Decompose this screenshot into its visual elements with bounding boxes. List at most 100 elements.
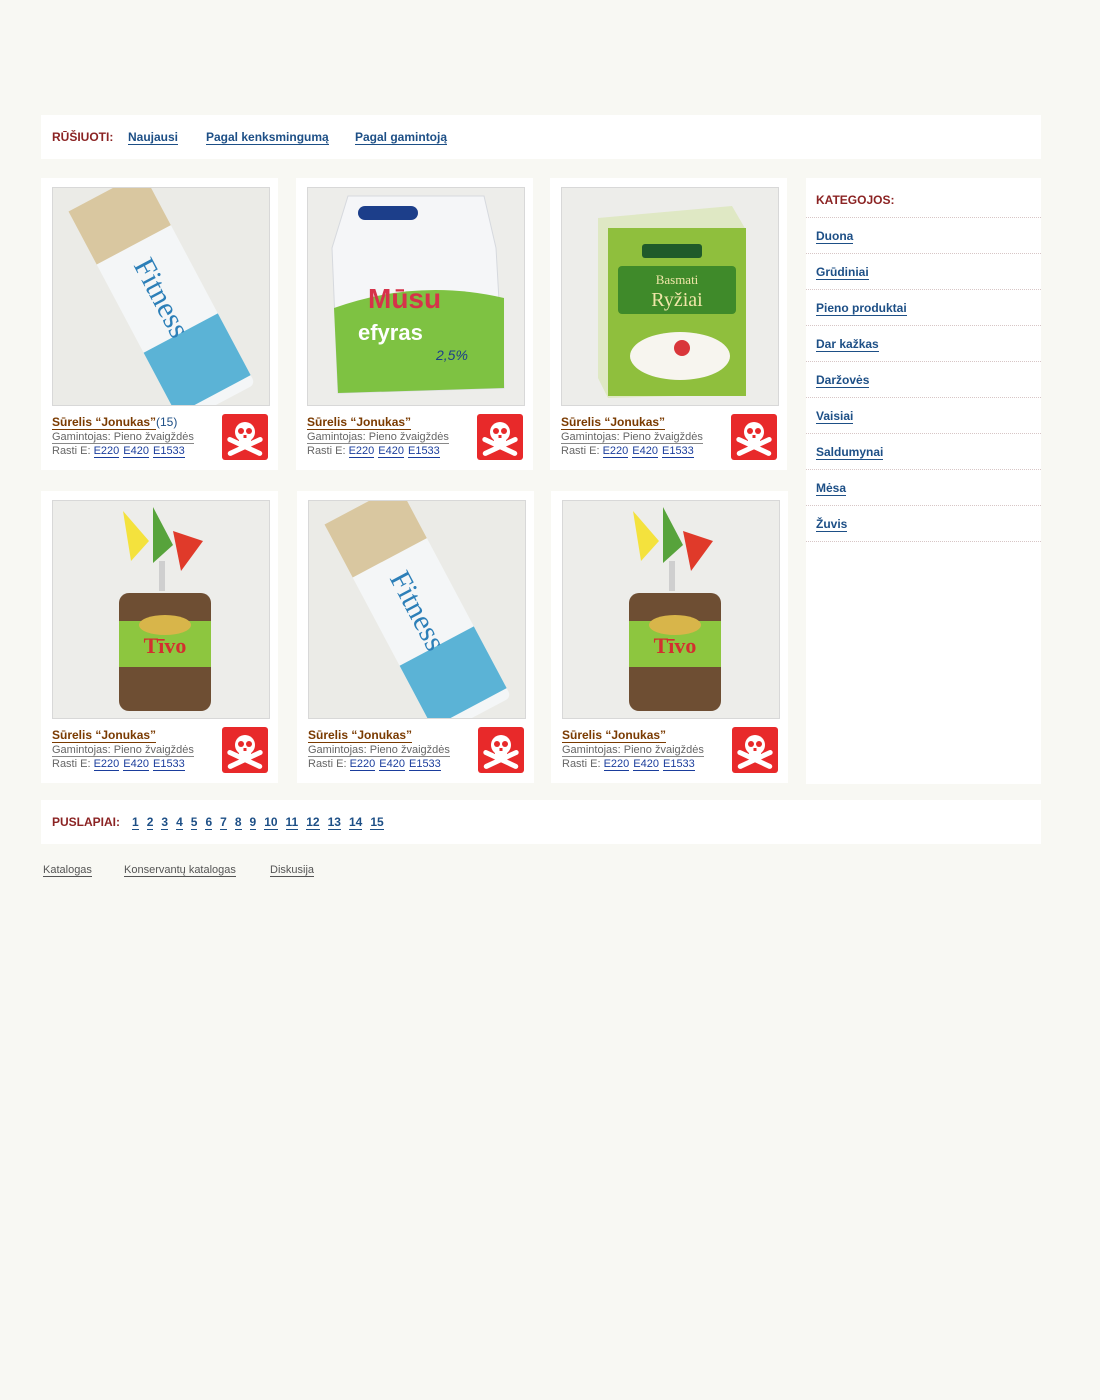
e-code-link[interactable]: E1533 xyxy=(661,445,694,458)
product-manufacturer: Gamintojas: Pieno žvaigždės xyxy=(307,431,449,444)
product-name-link[interactable]: Sūrelis “Jonukas” xyxy=(561,416,666,430)
page-link[interactable]: 3 xyxy=(161,815,169,830)
category-link[interactable]: Mėsa xyxy=(816,481,847,496)
e-code-link[interactable]: E420 xyxy=(378,445,404,458)
page-link[interactable]: 11 xyxy=(285,815,299,830)
e-code-link[interactable]: E420 xyxy=(632,445,658,458)
pagination-label: PUSLAPIAI: xyxy=(52,815,121,829)
pagination-bar: PUSLAPIAI: 1 2 3 4 5 6 7 8 9 10 11 12 13 14 15 xyxy=(41,800,1041,844)
manufacturer-label: Gamintojas: xyxy=(52,431,111,443)
e-code-link[interactable]: E1533 xyxy=(408,758,441,771)
e-code-link[interactable]: E1533 xyxy=(152,445,185,458)
page-link[interactable]: 13 xyxy=(327,815,341,830)
page-link[interactable]: 6 xyxy=(205,815,213,830)
category-divider xyxy=(806,253,1041,254)
page-link[interactable]: 8 xyxy=(234,815,242,830)
category-link[interactable]: Saldumynai xyxy=(816,445,884,460)
page-link[interactable]: 2 xyxy=(146,815,154,830)
e-code-link[interactable]: E1533 xyxy=(407,445,440,458)
page-link[interactable]: 7 xyxy=(220,815,227,830)
category-divider xyxy=(806,289,1041,290)
e-code-link[interactable]: E220 xyxy=(93,445,120,458)
skull-icon[interactable] xyxy=(222,727,268,773)
sort-bar: RŪŠIUOTI: Naujausi Pagal kenksmingumą Pa… xyxy=(41,115,1041,159)
svg-text:Tīvo: Tīvo xyxy=(654,633,697,658)
product-name-link[interactable]: Sūrelis “Jonukas” xyxy=(307,416,412,430)
sort-label: RŪŠIUOTI: xyxy=(52,130,114,144)
page-link[interactable]: 1 xyxy=(132,815,139,830)
svg-text:2,5%: 2,5% xyxy=(435,347,468,363)
page-link[interactable]: 10 xyxy=(264,815,278,830)
product-image[interactable]: Mūsu efyras 2,5% xyxy=(307,187,525,406)
product-card: Tīvo Sūrelis “Jonukas” Gamintojas: Pieno… xyxy=(41,491,278,783)
e-code-link[interactable]: E420 xyxy=(379,758,405,771)
skull-icon[interactable] xyxy=(477,414,523,460)
manufacturer-value: Pieno žvaigždės xyxy=(369,744,450,756)
product-name-link[interactable]: Sūrelis “Jonukas” xyxy=(308,729,413,743)
product-image[interactable]: Basmati Ryžiai xyxy=(561,187,779,406)
category-divider xyxy=(806,505,1041,506)
e-codes-label: Rasti E: xyxy=(52,445,91,457)
svg-text:Basmati: Basmati xyxy=(656,272,699,287)
page-link[interactable]: 12 xyxy=(306,815,320,830)
e-code-link[interactable]: E220 xyxy=(93,758,120,771)
product-image[interactable]: Tīvo xyxy=(562,500,780,719)
skull-icon[interactable] xyxy=(732,727,778,773)
footer-preservatives-catalog-link[interactable]: Konservantų katalogas xyxy=(124,864,236,877)
product-name-link[interactable]: Sūrelis “Jonukas” xyxy=(52,729,157,743)
category-link[interactable]: Žuvis xyxy=(816,517,848,532)
category-link[interactable]: Grūdiniai xyxy=(816,265,869,280)
e-codes-label: Rasti E: xyxy=(562,758,601,770)
category-divider xyxy=(806,397,1041,398)
e-codes-label: Rasti E: xyxy=(308,758,347,770)
skull-icon[interactable] xyxy=(222,414,268,460)
e-code-link[interactable]: E420 xyxy=(123,758,149,771)
product-manufacturer: Gamintojas: Pieno žvaigždės xyxy=(52,431,194,444)
e-code-link[interactable]: E420 xyxy=(633,758,659,771)
manufacturer-label: Gamintojas: xyxy=(52,744,111,756)
sort-newest-link[interactable]: Naujausi xyxy=(128,130,179,145)
svg-text:Ryžiai: Ryžiai xyxy=(651,289,703,311)
e-code-link[interactable]: E220 xyxy=(602,445,629,458)
e-code-link[interactable]: E1533 xyxy=(662,758,695,771)
sort-harmfulness-link[interactable]: Pagal kenksmingumą xyxy=(206,130,329,145)
e-codes-row: Rasti E: E220 E420 E1533 xyxy=(52,445,189,458)
product-manufacturer: Gamintojas: Pieno žvaigždės xyxy=(52,744,194,757)
page-link[interactable]: 15 xyxy=(370,815,384,830)
sort-manufacturer-link[interactable]: Pagal gamintoją xyxy=(355,130,448,145)
manufacturer-value: Pieno žvaigždės xyxy=(622,431,703,443)
product-image[interactable]: Fitness xyxy=(308,500,526,719)
e-code-link[interactable]: E220 xyxy=(348,445,375,458)
product-manufacturer: Gamintojas: Pieno žvaigždės xyxy=(561,431,703,444)
e-code-link[interactable]: E420 xyxy=(123,445,149,458)
e-codes-row: Rasti E: E220 E420 E1533 xyxy=(562,758,699,771)
category-link[interactable]: Dar kažkas xyxy=(816,337,879,352)
category-link[interactable]: Pieno produktai xyxy=(816,301,907,316)
category-divider xyxy=(806,325,1041,326)
page-link[interactable]: 4 xyxy=(176,815,183,830)
e-codes-row: Rasti E: E220 E420 E1533 xyxy=(307,445,444,458)
e-codes-label: Rasti E: xyxy=(52,758,91,770)
page-link[interactable]: 14 xyxy=(348,815,363,830)
footer-discussion-link[interactable]: Diskusija xyxy=(270,864,315,877)
page-link[interactable]: 9 xyxy=(249,815,257,830)
category-link[interactable]: Daržovės xyxy=(816,373,870,388)
e-code-link[interactable]: E220 xyxy=(349,758,376,771)
product-name-link[interactable]: Sūrelis “Jonukas” xyxy=(562,729,667,743)
product-manufacturer: Gamintojas: Pieno žvaigždės xyxy=(562,744,704,757)
product-card: Mūsu efyras 2,5% Sūrelis “Jonukas” Gamin… xyxy=(296,178,533,470)
footer-catalog-link[interactable]: Katalogas xyxy=(43,864,92,877)
product-image[interactable]: Fitness xyxy=(52,187,270,406)
product-image[interactable]: Tīvo xyxy=(52,500,270,719)
category-divider xyxy=(806,433,1041,434)
skull-icon[interactable] xyxy=(478,727,524,773)
e-code-link[interactable]: E220 xyxy=(603,758,630,771)
product-name-link[interactable]: Sūrelis “Jonukas” xyxy=(52,416,157,430)
page-link[interactable]: 5 xyxy=(190,815,198,830)
skull-icon[interactable] xyxy=(731,414,777,460)
e-code-link[interactable]: E1533 xyxy=(152,758,185,771)
category-divider xyxy=(806,469,1041,470)
category-link[interactable]: Duona xyxy=(816,229,854,244)
page-links: 1 2 3 4 5 6 7 8 9 10 11 12 13 14 15 xyxy=(132,815,392,830)
category-link[interactable]: Vaisiai xyxy=(816,409,854,424)
